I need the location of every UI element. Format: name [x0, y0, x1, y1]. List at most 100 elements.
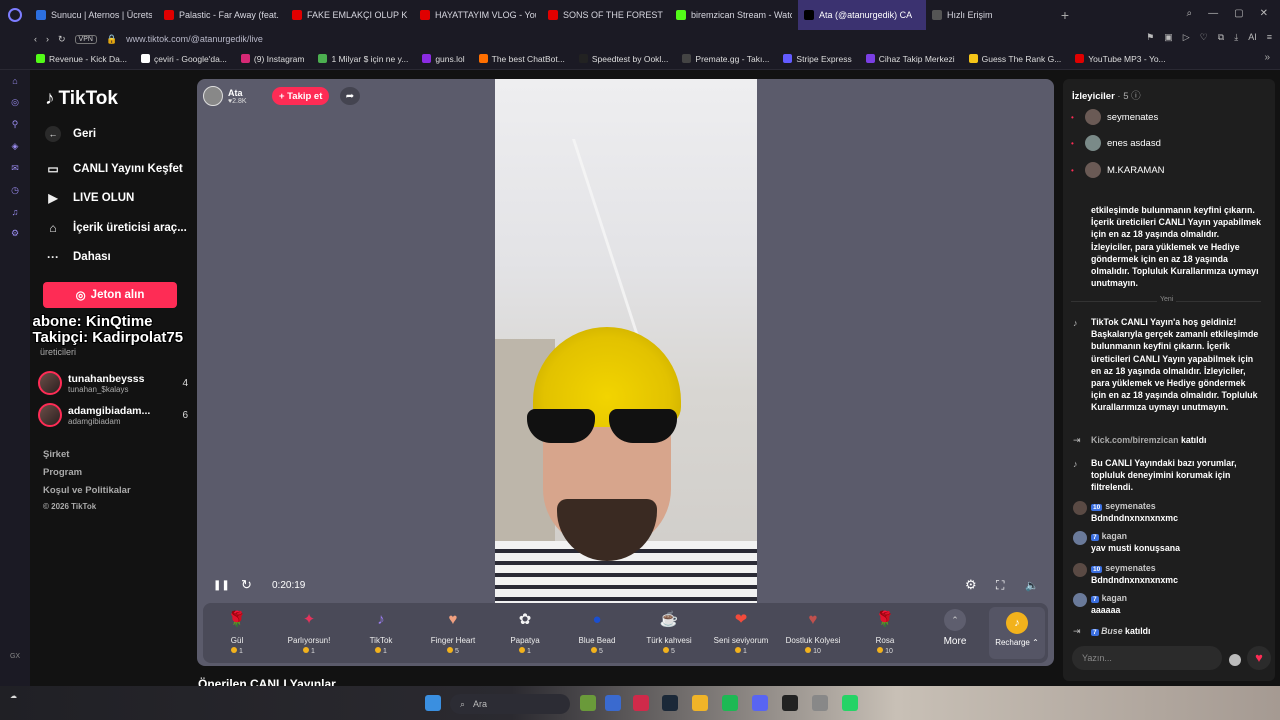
- bookmark-item[interactable]: Stripe Express: [783, 54, 852, 64]
- gift-item[interactable]: ♥ Dostluk Kolyesi 10: [781, 607, 845, 655]
- live-video[interactable]: [495, 79, 757, 603]
- gift-item[interactable]: ● Blue Bead 5: [565, 607, 629, 655]
- chat-user[interactable]: 10 seymenates: [1091, 501, 1156, 511]
- taskbar-app-icon[interactable]: [580, 695, 596, 711]
- bookmark-item[interactable]: guns.lol: [422, 54, 465, 64]
- host-info[interactable]: Ata ♥2.8K: [203, 86, 247, 106]
- refresh-icon[interactable]: ↻: [241, 577, 252, 593]
- bookmark-item[interactable]: (9) Instagram: [240, 54, 304, 64]
- snapshot-icon[interactable]: ▣: [1164, 32, 1173, 43]
- bookmark-item[interactable]: Premate.gg - Takı...: [682, 54, 769, 64]
- vpn-badge[interactable]: VPN: [74, 34, 97, 44]
- followed-creator[interactable]: tunahanbeysss tunahan_$kalays 4: [38, 371, 188, 395]
- spotify-icon[interactable]: [722, 695, 738, 711]
- settings-app-icon[interactable]: [812, 695, 828, 711]
- bookmarks-overflow-icon[interactable]: »: [1264, 52, 1270, 63]
- join-user[interactable]: Kick.com/biremzican: [1091, 435, 1179, 445]
- browser-tab[interactable]: Hızlı Erişim: [926, 0, 1054, 30]
- back-icon[interactable]: ‹: [34, 34, 37, 44]
- steam-icon[interactable]: [662, 695, 678, 711]
- gift-item[interactable]: ✿ Papatya 1: [493, 607, 557, 655]
- bookmark-item[interactable]: 1 Milyar $ için ne y...: [318, 54, 408, 64]
- bookmark-item[interactable]: Revenue - Kick Da...: [36, 54, 127, 64]
- play-icon[interactable]: ▷: [1183, 32, 1190, 43]
- browser-tab[interactable]: HAYATTAYIM VLOG - YouT: [414, 0, 542, 30]
- viewers-header[interactable]: İzleyiciler · 5 ⓘ: [1072, 88, 1141, 102]
- start-icon[interactable]: [425, 695, 441, 711]
- settings-icon[interactable]: ⚙: [11, 228, 19, 239]
- fullscreen-icon[interactable]: ⛶: [996, 578, 1004, 593]
- follow-button[interactable]: + Takip et: [272, 87, 330, 105]
- bookmark-item[interactable]: çeviri - Google'da...: [140, 54, 227, 64]
- emoji-icon[interactable]: [1229, 654, 1241, 666]
- footer-link-program[interactable]: Program: [43, 467, 82, 478]
- browser-tab[interactable]: SONS OF THE FOREST Bİ: [542, 0, 670, 30]
- gift-item[interactable]: ❤ Seni seviyorum 1: [709, 607, 773, 655]
- gift-item[interactable]: ♥ Finger Heart 5: [421, 607, 485, 655]
- chat-input[interactable]: Yazın...: [1072, 646, 1222, 670]
- search-tabs-icon[interactable]: ⌕: [1187, 8, 1193, 19]
- gift-item[interactable]: ♪ TikTok 1: [349, 607, 413, 655]
- gift-item[interactable]: ✦ Parlıyorsun! 1: [277, 607, 341, 655]
- url-field[interactable]: www.tiktok.com/@atanurgedik/live: [126, 34, 263, 44]
- more-gifts-button[interactable]: ⌃ More: [937, 609, 973, 647]
- bookmark-item[interactable]: Guess The Rank G...: [968, 54, 1061, 64]
- aria-icon[interactable]: ◎: [11, 97, 19, 108]
- nav-creator-tools[interactable]: ⌂ İçerik üreticisi araç...: [45, 221, 205, 235]
- settings-icon[interactable]: ⚙: [965, 577, 977, 593]
- join-user[interactable]: Buse: [1101, 626, 1123, 636]
- get-coins-button[interactable]: ◎ Jeton alın: [43, 282, 177, 308]
- explorer-icon[interactable]: [692, 695, 708, 711]
- menu-icon[interactable]: ≡: [1267, 32, 1272, 43]
- nav-go-live[interactable]: ▶ LIVE OLUN: [45, 191, 205, 205]
- live-player[interactable]: Ata ♥2.8K + Takip et ➦ ❚❚ ↻ 0:20:19 ⚙ ⛶ …: [197, 79, 1054, 666]
- browser-tab[interactable]: biremzican Stream - Watc: [670, 0, 798, 30]
- gift-item[interactable]: 🌹 Rosa 10: [853, 607, 917, 655]
- workspace-icon[interactable]: ⚲: [12, 119, 19, 130]
- browser-tab[interactable]: Palastic - Far Away (feat.: [158, 0, 286, 30]
- discord-icon[interactable]: [752, 695, 768, 711]
- new-tab-button[interactable]: +: [1054, 7, 1076, 23]
- volume-icon[interactable]: 🔈: [1025, 579, 1039, 592]
- extensions-icon[interactable]: ⧉: [1218, 32, 1224, 43]
- recharge-button[interactable]: ♪ Recharge ⌃: [989, 607, 1045, 659]
- nav-explore-live[interactable]: ▭ CANLI Yayını Keşfet: [45, 162, 205, 176]
- browser-tab[interactable]: Ata (@atanurgedik) CA: [798, 0, 926, 30]
- gift-item[interactable]: 🌹 Gül 1: [205, 607, 269, 655]
- close-button[interactable]: ✕: [1260, 8, 1268, 19]
- info-icon[interactable]: ⓘ: [1131, 91, 1141, 102]
- viewer-item[interactable]: • enes asdasd: [1071, 135, 1251, 151]
- minimize-button[interactable]: —: [1208, 8, 1218, 19]
- tiktok-logo[interactable]: ♪ TikTok: [45, 88, 118, 110]
- whatsapp-icon[interactable]: [842, 695, 858, 711]
- browser-tab[interactable]: FAKE EMLAKÇI OLUP KIZ: [286, 0, 414, 30]
- followed-creator[interactable]: adamgibiadam... adamgibiadam 6: [38, 403, 188, 427]
- chat-user[interactable]: 10 seymenates: [1091, 563, 1156, 573]
- ai-icon[interactable]: AI: [1248, 32, 1257, 43]
- back-link[interactable]: ← Geri: [45, 126, 205, 142]
- music-icon[interactable]: ♫: [12, 207, 19, 217]
- download-icon[interactable]: ⤓: [1234, 32, 1238, 43]
- history-icon[interactable]: ◷: [11, 185, 19, 196]
- weather-widget[interactable]: ☁: [10, 692, 17, 700]
- bookmark-item[interactable]: The best ChatBot...: [478, 54, 565, 64]
- tiktok-app-icon[interactable]: [782, 695, 798, 711]
- reload-icon[interactable]: ↻: [58, 34, 66, 45]
- taskbar-app-icon[interactable]: [605, 695, 621, 711]
- share-icon[interactable]: ➦: [340, 87, 360, 105]
- viewer-item[interactable]: • M.KARAMAN: [1071, 162, 1251, 178]
- footer-link-terms[interactable]: Koşul ve Politikalar: [43, 485, 131, 496]
- bookmark-icon[interactable]: ⚑: [1146, 32, 1154, 43]
- browser-tab[interactable]: Sunucu | Aternos | Ücretsiz: [30, 0, 158, 30]
- chat-user[interactable]: 7 kagan: [1091, 593, 1127, 603]
- pause-icon[interactable]: ❚❚: [213, 580, 230, 591]
- heart-icon[interactable]: ♥: [1247, 646, 1271, 670]
- bookmark-item[interactable]: YouTube MP3 - Yo...: [1075, 54, 1166, 64]
- gx-icon[interactable]: GX: [10, 653, 20, 660]
- player-icon[interactable]: ◈: [12, 141, 19, 152]
- opera-gx-icon[interactable]: [633, 695, 649, 711]
- bookmark-item[interactable]: Cihaz Takip Merkezi: [865, 54, 955, 64]
- viewer-item[interactable]: • seymenates: [1071, 109, 1251, 125]
- bookmark-item[interactable]: Speedtest by Ookl...: [578, 54, 668, 64]
- opera-logo-icon[interactable]: [0, 0, 30, 30]
